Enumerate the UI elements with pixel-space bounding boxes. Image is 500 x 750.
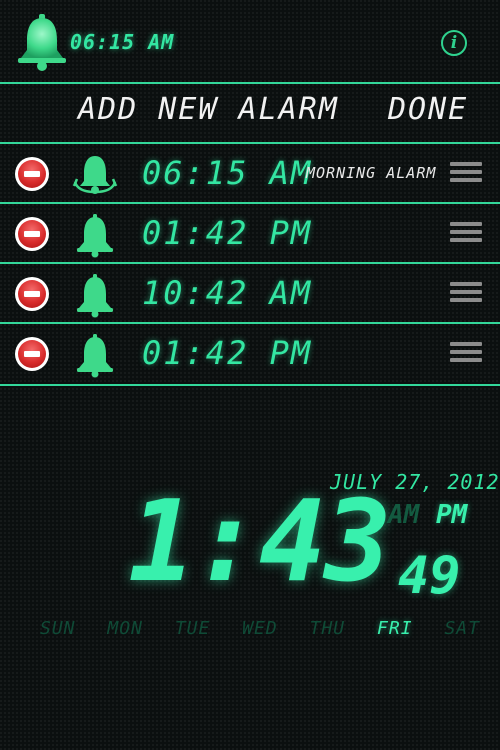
delete-button[interactable] (15, 337, 49, 371)
weekday-sun: SUN (40, 618, 76, 639)
alarm-time: 01:42 PM (142, 214, 313, 252)
weekday-fri: FRI (377, 618, 413, 639)
weekday-wed: WED (242, 618, 278, 639)
info-icon: i (450, 33, 458, 53)
reorder-handle-icon[interactable] (450, 162, 482, 186)
add-new-alarm-button[interactable]: ADD NEW ALARM (78, 92, 339, 127)
header-bar: 06:15 AM i (0, 0, 500, 84)
bell-icon (18, 14, 66, 71)
alarm-label: MORNING ALARM (306, 164, 437, 182)
weekday-row: SUN MON TUE WED THU FRI SAT (40, 618, 480, 639)
alarm-row[interactable]: 01:42 PM (0, 202, 500, 262)
delete-button[interactable] (15, 277, 49, 311)
done-button[interactable]: DONE (388, 92, 468, 127)
minus-icon (18, 160, 46, 188)
header-alarm-time: 06:15 AM (70, 30, 175, 54)
delete-button[interactable] (15, 157, 49, 191)
pm-indicator: PM (436, 500, 468, 530)
clock-seconds: 49 (398, 546, 461, 606)
alarm-time: 06:15 AM (142, 154, 313, 192)
bell-icon (77, 274, 113, 318)
ringing-bell-icon (72, 156, 118, 194)
alarm-row[interactable]: 06:15 AM MORNING ALARM (0, 142, 500, 202)
delete-button[interactable] (15, 217, 49, 251)
alarm-time: 10:42 AM (142, 274, 313, 312)
alarm-list: 06:15 AM MORNING ALARM 01:42 PM 10:42 AM (0, 142, 500, 386)
alarm-time: 01:42 PM (142, 334, 313, 372)
reorder-handle-icon[interactable] (450, 342, 482, 366)
bell-icon (77, 214, 113, 258)
weekday-thu: THU (309, 618, 346, 639)
reorder-handle-icon[interactable] (450, 282, 482, 306)
info-button[interactable]: i (441, 30, 467, 56)
clock-hours-minutes: 1:43 (128, 477, 392, 607)
alarm-row[interactable]: 01:42 PM (0, 322, 500, 386)
reorder-handle-icon[interactable] (450, 222, 482, 246)
minus-icon (18, 220, 46, 248)
minus-icon (18, 280, 46, 308)
bell-icon (77, 334, 113, 378)
weekday-mon: MON (107, 618, 143, 639)
minus-icon (18, 340, 46, 368)
weekday-tue: TUE (174, 618, 211, 639)
alarm-row[interactable]: 10:42 AM (0, 262, 500, 322)
am-indicator: AM (388, 500, 420, 530)
weekday-sat: SAT (444, 618, 480, 639)
